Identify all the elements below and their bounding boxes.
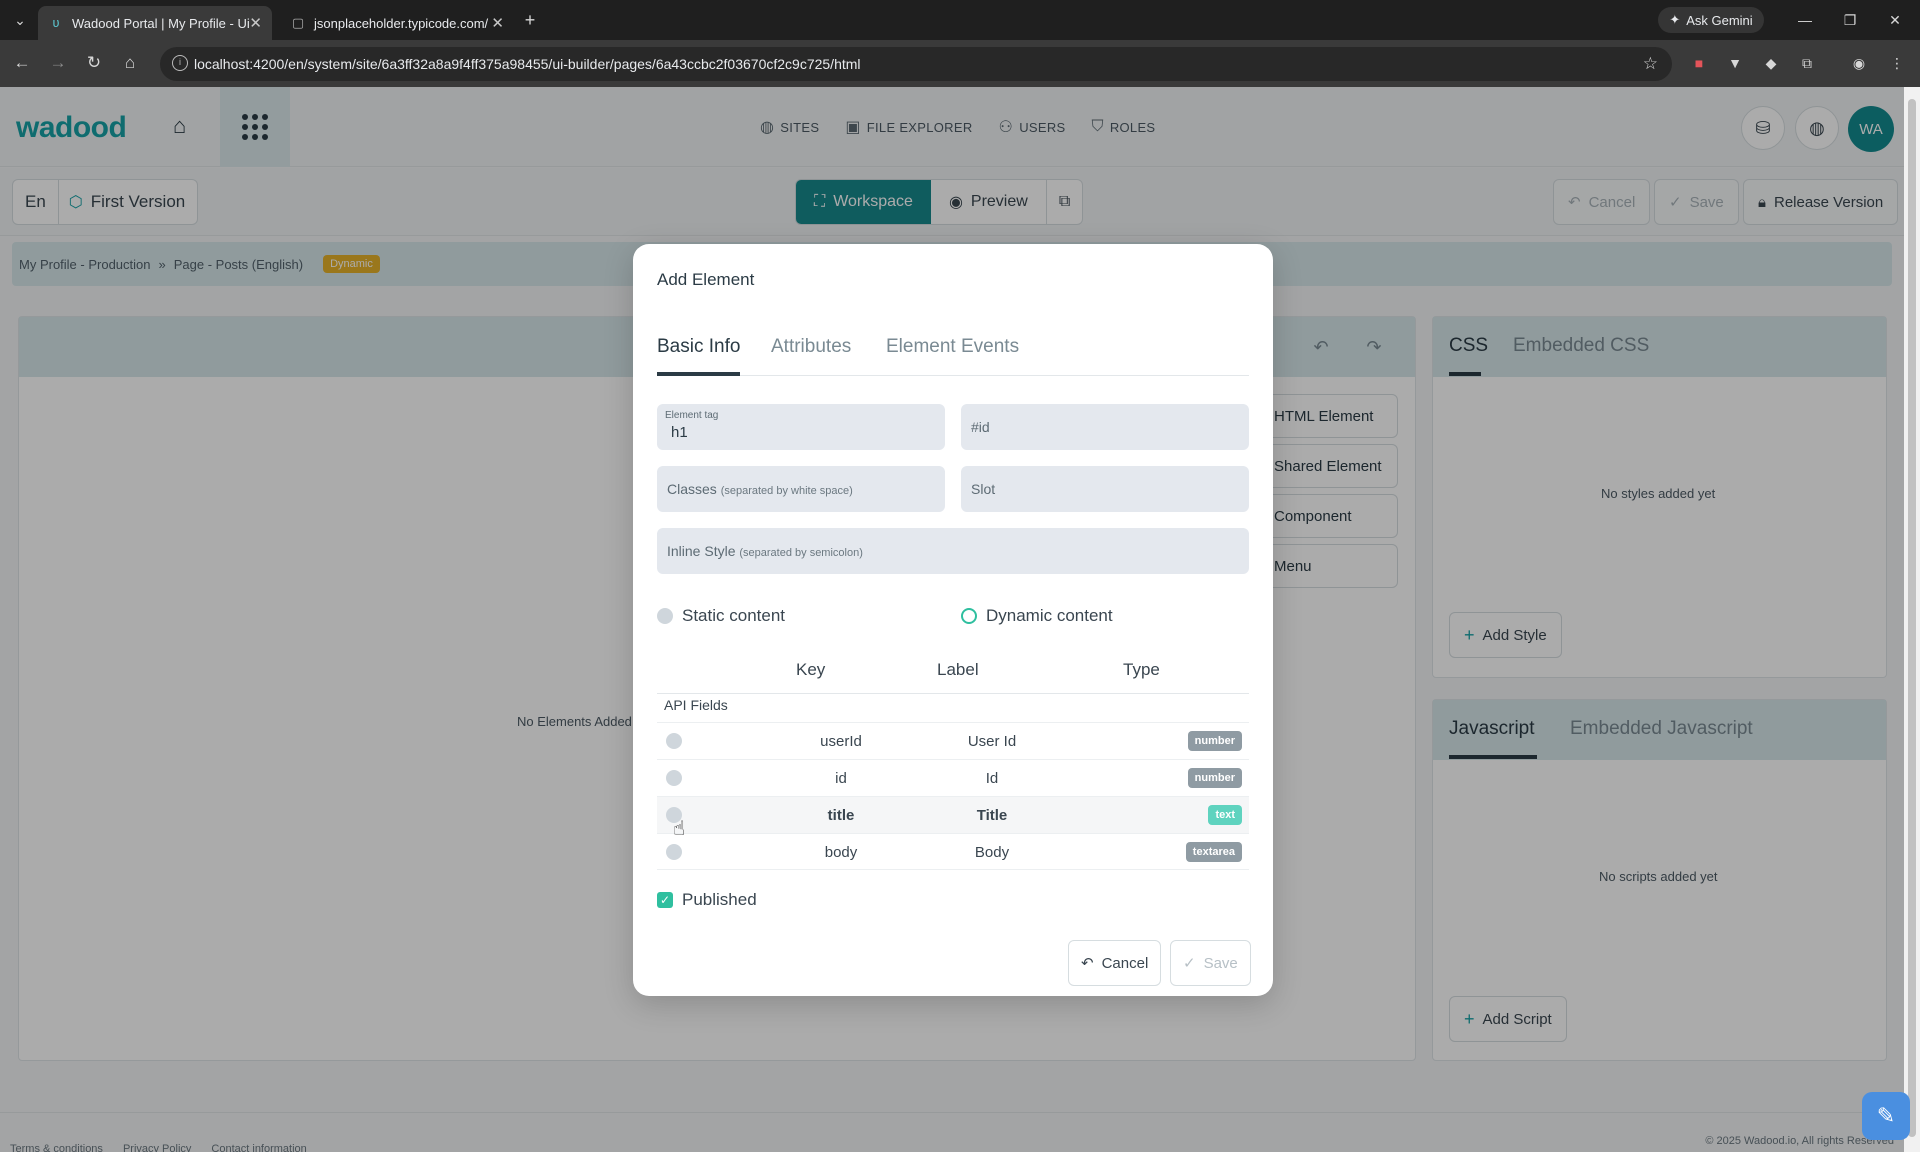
radio-selected-icon — [961, 608, 977, 624]
browser-urlbar: ← → ↻ ⌂ i localhost:4200/en/system/site/… — [0, 40, 1920, 87]
browser-tabbar: ⌄ ʋ Wadood Portal | My Profile - Ui ✕ ▢ … — [0, 0, 1920, 40]
dynamic-content-radio[interactable]: Dynamic content — [961, 606, 1113, 626]
gemini-sparkle-icon: ✦ — [1669, 12, 1681, 27]
check-icon: ✓ — [1183, 955, 1196, 972]
inline-style-placeholder-text: Inline Style — [667, 543, 736, 559]
dialog-save-button[interactable]: ✓ Save — [1170, 940, 1251, 986]
dialog-tabs: Basic Info Attributes Element Events — [657, 336, 1249, 376]
helper-widget-button[interactable]: ✎ — [1862, 1092, 1910, 1140]
classes-placeholder-text: Classes — [667, 481, 717, 497]
element-tag-value: h1 — [671, 424, 688, 441]
column-label: Label — [937, 660, 979, 679]
column-type: Type — [1123, 660, 1160, 679]
wadood-favicon-icon: ʋ — [52, 15, 60, 30]
address-bar[interactable]: i localhost:4200/en/system/site/6a3ff32a… — [160, 47, 1672, 81]
restore-icon[interactable]: ❐ — [1840, 10, 1860, 30]
table-row[interactable]: body Body textarea — [657, 833, 1249, 870]
table-row[interactable]: userId User Id number — [657, 722, 1249, 759]
browser-tab-title: jsonplaceholder.typicode.com/ — [314, 15, 489, 31]
table-row[interactable]: id Id number — [657, 759, 1249, 796]
dialog-cancel-button[interactable]: ↶ Cancel — [1068, 940, 1162, 986]
field-key: body — [824, 844, 858, 861]
field-label: Id — [985, 770, 999, 787]
undo-icon: ↶ — [1081, 955, 1094, 972]
inline-style-field[interactable]: Inline Style (separated by semicolon) — [657, 528, 1249, 574]
ask-gemini-label: Ask Gemini — [1686, 12, 1753, 28]
new-tab-plus-icon[interactable]: + — [520, 10, 540, 30]
classes-placeholder: Classes (separated by white space) — [667, 481, 853, 497]
radio-unchecked-icon — [657, 608, 673, 624]
home-browser-icon[interactable]: ⌂ — [120, 53, 140, 73]
minimize-icon[interactable]: — — [1795, 10, 1815, 30]
type-badge: text — [1208, 805, 1242, 825]
field-key: title — [827, 807, 855, 824]
element-tag-label: Element tag — [665, 410, 719, 421]
tab-list-chevron-icon[interactable]: ⌄ — [10, 10, 30, 30]
pen-icon: ✎ — [1876, 1103, 1896, 1128]
field-key: id — [835, 770, 847, 787]
column-key: Key — [796, 660, 826, 679]
active-tab-indicator — [657, 372, 740, 376]
api-fields-group-label: API Fields — [664, 697, 728, 713]
dynamic-content-label: Dynamic content — [986, 606, 1113, 625]
type-badge: number — [1187, 768, 1242, 788]
table-row[interactable]: title Title text — [657, 796, 1249, 833]
forward-icon[interactable]: → — [48, 53, 68, 73]
add-element-dialog: Add Element Basic Info Attributes Elemen… — [633, 244, 1273, 996]
tab-basic-info[interactable]: Basic Info — [657, 336, 740, 358]
page-favicon-icon: ▢ — [291, 15, 305, 30]
field-label: Body — [974, 844, 1010, 861]
element-tag-field[interactable]: Element tag h1 — [657, 404, 945, 450]
static-content-radio[interactable]: Static content — [657, 606, 785, 626]
row-radio[interactable] — [666, 844, 682, 860]
field-key: userId — [820, 733, 862, 750]
published-checkbox[interactable]: ✓ Published — [657, 890, 757, 910]
field-label: User Id — [967, 733, 1017, 750]
type-badge: number — [1187, 731, 1242, 751]
extension-red-icon[interactable]: ■ — [1688, 53, 1710, 73]
save-label: Save — [1203, 954, 1238, 972]
dialog-title: Add Element — [657, 270, 755, 289]
published-label: Published — [682, 890, 757, 909]
api-fields-table-header: Key Label Type — [657, 654, 1249, 694]
extensions-puzzle-icon[interactable]: ⧉ — [1796, 53, 1818, 73]
type-badge: textarea — [1185, 842, 1242, 862]
row-radio[interactable] — [666, 770, 682, 786]
classes-hint: (separated by white space) — [720, 485, 853, 497]
back-icon[interactable]: ← — [12, 53, 32, 73]
row-radio[interactable] — [666, 733, 682, 749]
extension-tag-icon[interactable]: ◆ — [1760, 53, 1782, 73]
browser-tab[interactable]: ▢ jsonplaceholder.typicode.com/ ✕ — [280, 6, 514, 40]
cancel-label: Cancel — [1101, 954, 1149, 972]
reload-icon[interactable]: ↻ — [84, 53, 104, 73]
id-placeholder: #id — [971, 419, 990, 435]
scrollbar-thumb[interactable] — [1908, 99, 1916, 1137]
bookmark-star-icon[interactable]: ☆ — [1643, 54, 1658, 74]
site-info-icon[interactable]: i — [172, 55, 188, 71]
ask-gemini-button[interactable]: ✦ Ask Gemini — [1658, 7, 1764, 33]
mouse-pointer-icon: ☝ — [673, 818, 686, 840]
close-tab-icon[interactable]: ✕ — [491, 14, 504, 32]
tab-attributes[interactable]: Attributes — [771, 336, 851, 358]
browser-tab-active[interactable]: ʋ Wadood Portal | My Profile - Ui ✕ — [38, 6, 272, 40]
url-text: localhost:4200/en/system/site/6a3ff32a8a… — [194, 56, 861, 72]
browser-tab-title: Wadood Portal | My Profile - Ui — [72, 15, 250, 31]
static-content-label: Static content — [682, 606, 786, 625]
id-field[interactable]: #id — [961, 404, 1249, 450]
inline-style-placeholder: Inline Style (separated by semicolon) — [667, 543, 863, 559]
inline-style-hint: (separated by semicolon) — [739, 547, 863, 559]
tab-element-events[interactable]: Element Events — [886, 336, 1019, 358]
slot-field[interactable]: Slot — [961, 466, 1249, 512]
field-label: Title — [976, 807, 1008, 824]
slot-placeholder: Slot — [971, 481, 996, 497]
profile-icon[interactable]: ◉ — [1848, 53, 1870, 73]
checkbox-checked-icon: ✓ — [657, 892, 673, 908]
classes-field[interactable]: Classes (separated by white space) — [657, 466, 945, 512]
page-scrollbar[interactable] — [1904, 87, 1920, 1152]
extension-v-icon[interactable]: ▼ — [1724, 53, 1746, 73]
close-tab-icon[interactable]: ✕ — [249, 14, 262, 32]
close-window-icon[interactable]: ✕ — [1885, 10, 1905, 30]
browser-menu-icon[interactable]: ⋮ — [1886, 53, 1908, 73]
